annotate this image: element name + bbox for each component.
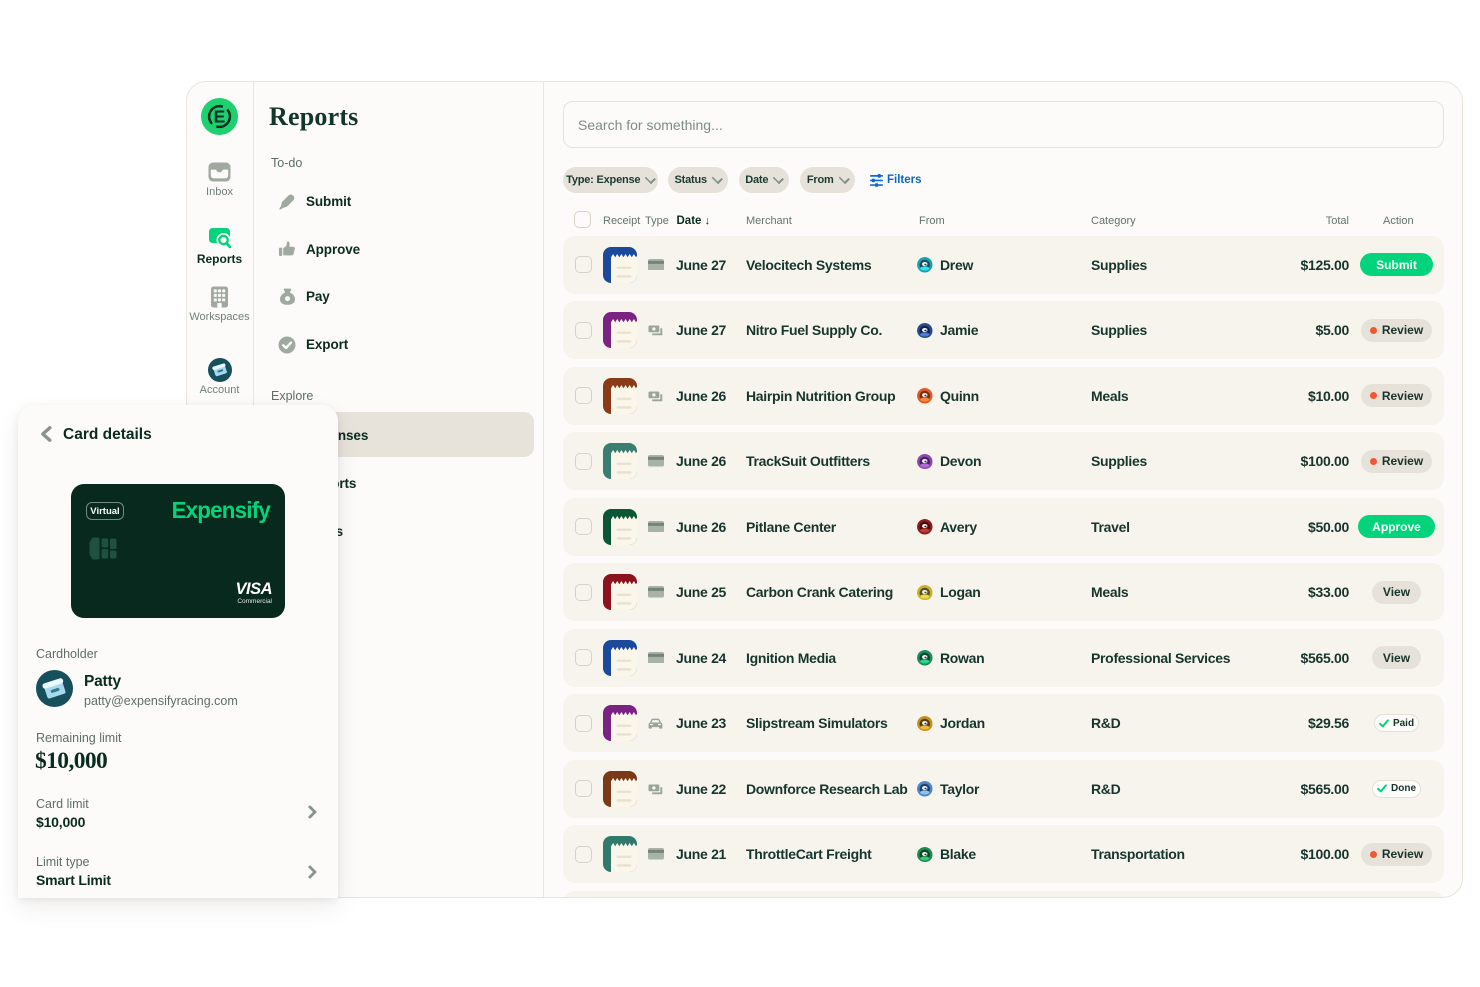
svg-text:E: E xyxy=(214,107,226,127)
